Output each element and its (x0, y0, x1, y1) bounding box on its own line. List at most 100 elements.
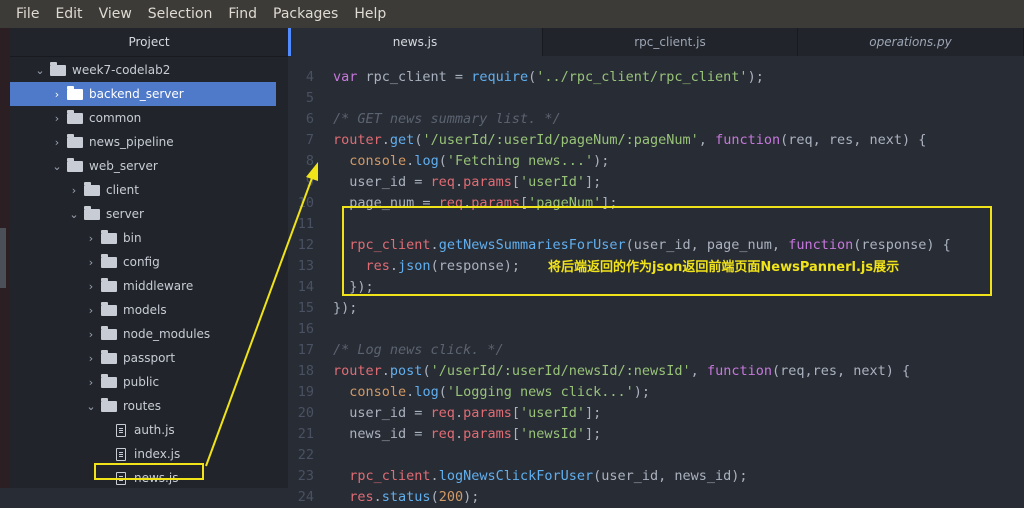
tree-item-week7-codelab2[interactable]: ⌄ week7-codelab2 (10, 58, 288, 82)
menu-selection[interactable]: Selection (140, 0, 221, 28)
code-token: params (463, 405, 512, 421)
code-token: req (430, 174, 455, 190)
chevron-down-icon[interactable]: ⌄ (68, 208, 80, 221)
code-token: /* Log news click. */ (333, 342, 504, 358)
tree-item-server[interactable]: ⌄ server (10, 202, 288, 226)
tree-item-web-server[interactable]: ⌄ web_server (10, 154, 288, 178)
chevron-right-icon[interactable]: › (85, 232, 97, 245)
tree-item-middleware[interactable]: › middleware (10, 274, 288, 298)
code-text: user_id = req.params['userId']; (333, 172, 601, 193)
code-text: res.status(200); (333, 487, 479, 508)
project-tree-header: Project (10, 28, 288, 57)
code-token: (user_id, news_id); (593, 468, 748, 484)
tab-news-js[interactable]: news.js (288, 28, 543, 56)
annotation-highlight-box (342, 206, 992, 296)
menu-edit[interactable]: Edit (47, 0, 90, 28)
folder-icon (67, 109, 83, 124)
code-token: '/userId/:userId/newsId/:newsId' (430, 363, 691, 379)
folder-icon (67, 133, 83, 148)
code-token: news_id = (333, 426, 431, 442)
tree-item-label: routes (123, 399, 161, 413)
code-token: . (454, 174, 464, 190)
chevron-right-icon[interactable]: › (51, 112, 63, 125)
code-token: ); (747, 69, 764, 85)
tree-item-label: index.js (134, 447, 181, 461)
line-number: 12 (297, 237, 314, 253)
tree-item-config[interactable]: › config (10, 250, 288, 274)
code-token: req (430, 405, 455, 421)
code-text: user_id = req.params['userId']; (333, 403, 601, 424)
code-token: rpc_client = (357, 69, 472, 85)
menu-find[interactable]: Find (220, 0, 265, 28)
chevron-down-icon[interactable]: ⌄ (34, 64, 46, 77)
line-number: 11 (297, 216, 314, 232)
tab-bar: news.js rpc_client.js operations.py (288, 28, 1024, 56)
line-number: 10 (297, 195, 314, 211)
tree-item-public[interactable]: › public (10, 370, 288, 394)
tree-item-label: middleware (123, 279, 194, 293)
code-token: get (389, 132, 415, 148)
tree-item-common[interactable]: › common (10, 106, 288, 130)
chevron-right-icon[interactable]: › (85, 352, 97, 365)
chevron-down-icon[interactable]: ⌄ (85, 400, 97, 413)
code-token: }); (333, 300, 358, 316)
chevron-right-icon[interactable]: › (85, 376, 97, 389)
code-token: post (389, 363, 423, 379)
code-token: params (463, 174, 512, 190)
code-token: '/userId/:userId/pageNum/:pageNum' (422, 132, 699, 148)
chevron-down-icon[interactable]: ⌄ (51, 160, 63, 173)
tree-item-passport[interactable]: › passport (10, 346, 288, 370)
code-token: , (698, 132, 716, 148)
code-token: status (381, 489, 431, 505)
folder-icon (101, 325, 117, 340)
tree-item-label: bin (123, 231, 142, 245)
code-token: (req, res, next) { (780, 132, 927, 148)
menu-help[interactable]: Help (346, 0, 394, 28)
chevron-right-icon[interactable]: › (85, 256, 97, 269)
tree-item-client[interactable]: › client (10, 178, 288, 202)
menu-packages[interactable]: Packages (265, 0, 346, 28)
folder-icon (67, 85, 83, 100)
line-number: 8 (305, 153, 314, 169)
tree-item-node-modules[interactable]: › node_modules (10, 322, 288, 346)
code-token: req (430, 426, 455, 442)
code-text: var rpc_client = require('../rpc_client/… (333, 67, 764, 88)
chevron-right-icon[interactable]: › (85, 280, 97, 293)
line-number: 5 (305, 90, 314, 106)
tab-rpc-client-js[interactable]: rpc_client.js (543, 28, 798, 56)
folder-icon (101, 253, 117, 268)
chevron-right-icon[interactable]: › (51, 88, 63, 101)
code-text: console.log('Fetching news...'); (333, 151, 609, 172)
chevron-right-icon[interactable]: › (85, 328, 97, 341)
code-token: logNewsClickForUser (438, 468, 594, 484)
folder-icon (84, 205, 100, 220)
tree-item-label: client (106, 183, 139, 197)
code-text: /* GET news summary list. */ (333, 109, 561, 130)
tree-item-auth-js[interactable]: auth.js (10, 418, 288, 442)
line-number: 15 (297, 300, 314, 316)
left-window-strip (0, 28, 10, 488)
code-token: , (690, 363, 707, 379)
tree-item-models[interactable]: › models (10, 298, 288, 322)
code-token: require (471, 69, 529, 85)
tree-item-label: auth.js (134, 423, 175, 437)
tree-item-routes[interactable]: ⌄ routes (10, 394, 288, 418)
tree-item-label: web_server (89, 159, 158, 173)
file-icon (116, 423, 126, 437)
chevron-right-icon[interactable]: › (51, 136, 63, 149)
tab-operations-py[interactable]: operations.py (798, 28, 1024, 56)
folder-icon (101, 277, 117, 292)
left-strip-handle (0, 228, 6, 288)
menu-file[interactable]: File (0, 0, 47, 28)
chevron-right-icon[interactable]: › (68, 184, 80, 197)
tree-item-news-pipeline[interactable]: › news_pipeline (10, 130, 288, 154)
file-icon (116, 447, 126, 461)
tree-item-bin[interactable]: › bin (10, 226, 288, 250)
menu-view[interactable]: View (91, 0, 140, 28)
chevron-right-icon[interactable]: › (85, 304, 97, 317)
code-token: ); (463, 489, 480, 505)
tree-item-label: node_modules (123, 327, 211, 341)
code-token: 'Fetching news...' (446, 153, 594, 169)
tree-item-backend-server[interactable]: › backend_server (10, 82, 276, 106)
